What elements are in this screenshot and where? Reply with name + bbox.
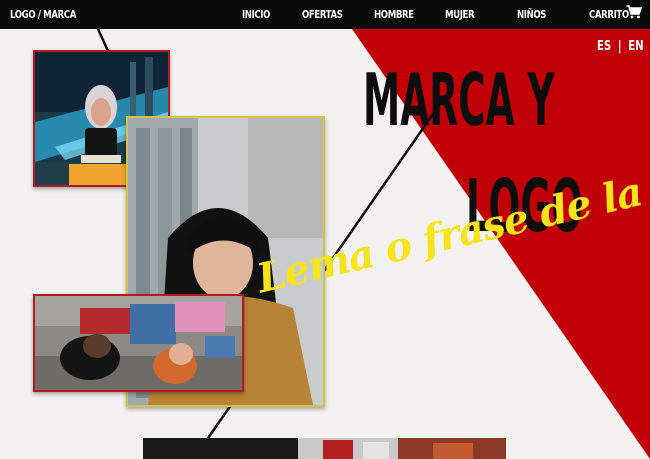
nav-item-inicio[interactable]: INICIO bbox=[242, 8, 270, 21]
photo-two-women bbox=[33, 294, 244, 392]
language-switcher: ES | EN bbox=[597, 39, 644, 54]
nav-item-ninos[interactable]: NIÑOS bbox=[517, 8, 546, 21]
hero-title-line1: MARCA Y bbox=[363, 58, 555, 142]
lang-en-button[interactable]: EN bbox=[628, 39, 643, 54]
nav-item-hombre[interactable]: HOMBRE bbox=[374, 8, 414, 21]
bottom-banner-image bbox=[143, 438, 506, 459]
lang-separator: | bbox=[617, 39, 622, 54]
cart-icon[interactable] bbox=[626, 5, 642, 19]
nav-item-ofertas[interactable]: OFERTAS bbox=[302, 8, 343, 21]
cart-link[interactable]: CARRITO bbox=[589, 8, 629, 21]
lang-es-button[interactable]: ES bbox=[597, 39, 611, 54]
decorative-line-top bbox=[96, 29, 110, 52]
top-navbar: LOGO / MARCA INICIO OFERTAS HOMBRE MUJER… bbox=[0, 0, 650, 29]
nav-item-mujer[interactable]: MUJER bbox=[445, 8, 475, 21]
brand-logo-link[interactable]: LOGO / MARCA bbox=[10, 8, 76, 21]
